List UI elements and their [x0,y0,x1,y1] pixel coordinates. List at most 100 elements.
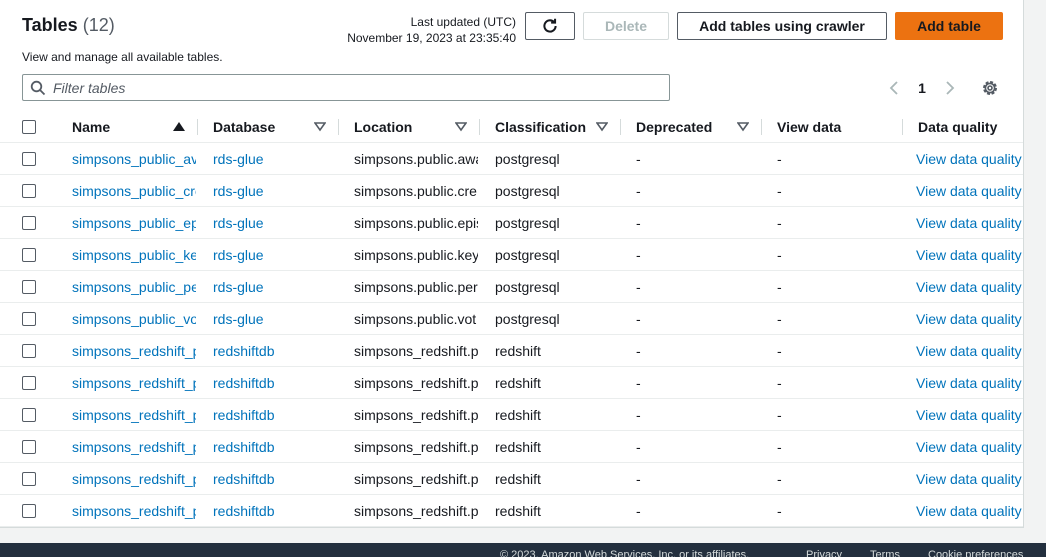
page-number-1[interactable]: 1 [914,78,930,98]
table-name-link[interactable]: simpsons_public_ep [72,207,196,238]
classification-cell: postgresql [495,214,560,231]
row-checkbox[interactable] [22,279,36,294]
row-checkbox[interactable] [22,215,36,230]
table-name-link[interactable]: simpsons_redshift_p [72,335,196,366]
add-table-button[interactable]: Add table [895,12,1003,40]
page-description: View and manage all available tables. [22,50,223,64]
view-data-quality-link[interactable]: View data quality [916,335,1023,366]
next-page-button[interactable] [942,78,958,98]
view-data-quality-link[interactable]: View data quality [916,239,1023,270]
table-row: simpsons_redshift_p redshiftdb simpsons_re… [0,495,1023,527]
view-data-quality-link[interactable]: View data quality [916,495,1023,526]
sort-ascending-icon [172,120,186,134]
classification-cell: postgresql [495,246,560,263]
table-name-link[interactable]: simpsons_redshift_p [72,399,196,430]
column-location-header[interactable]: Location [354,111,478,143]
classification-cell: redshift [495,406,541,423]
table-name-link[interactable]: simpsons_public_vo [72,303,196,334]
deprecated-cell: - [636,182,641,199]
database-link[interactable]: rds-glue [213,271,337,302]
footer-privacy-link[interactable]: Privacy [806,549,842,557]
delete-button[interactable]: Delete [583,12,669,40]
deprecated-cell: - [636,502,641,519]
row-checkbox[interactable] [22,343,36,358]
column-name-label: Name [72,119,111,135]
row-checkbox[interactable] [22,311,36,326]
classification-cell: postgresql [495,182,560,199]
table-name-link[interactable]: simpsons_redshift_p [72,431,196,462]
table-name-link[interactable]: simpsons_redshift_p [72,495,196,526]
row-select-cell [22,431,52,462]
table-row: simpsons_redshift_p redshiftdb simpsons_re… [0,463,1023,495]
footer-cookie-link[interactable]: Cookie preferences [928,549,1023,557]
previous-page-button[interactable] [886,78,902,98]
database-link[interactable]: redshiftdb [213,463,337,494]
view-data-cell: - [777,246,782,263]
row-checkbox[interactable] [22,375,36,390]
database-link[interactable]: redshiftdb [213,431,337,462]
column-name-header[interactable]: Name [72,111,196,143]
view-data-quality-link[interactable]: View data quality [916,271,1023,302]
last-updated: Last updated (UTC) November 19, 2023 at … [330,14,516,46]
column-deprecated-header[interactable]: Deprecated [636,111,760,143]
view-data-quality-link[interactable]: View data quality [916,303,1023,334]
classification-cell: postgresql [495,310,560,327]
row-checkbox[interactable] [22,247,36,262]
database-link[interactable]: rds-glue [213,239,337,270]
deprecated-cell: - [636,406,641,423]
add-tables-crawler-button[interactable]: Add tables using crawler [677,12,887,40]
table-row: simpsons_redshift_p redshiftdb simpsons_re… [0,399,1023,431]
view-data-quality-link[interactable]: View data quality [916,207,1023,238]
footer-terms-link[interactable]: Terms [870,549,900,557]
row-checkbox[interactable] [22,439,36,454]
view-data-quality-link[interactable]: View data quality [916,143,1023,174]
classification-cell: postgresql [495,150,560,167]
footer-copyright: © 2023, Amazon Web Services, Inc. or its… [500,549,750,557]
database-link[interactable]: rds-glue [213,143,337,174]
location-cell: simpsons.public.awa [354,150,478,167]
refresh-button[interactable] [525,12,575,40]
sort-caret-down-icon [736,120,750,134]
deprecated-cell: - [636,470,641,487]
table-name-link[interactable]: simpsons_redshift_p [72,367,196,398]
table-name-link[interactable]: simpsons_public_ke [72,239,196,270]
location-cell: simpsons_redshift.p [354,406,478,423]
view-data-quality-link[interactable]: View data quality [916,367,1023,398]
database-link[interactable]: redshiftdb [213,367,337,398]
table-row: simpsons_public_vo rds-glue simpsons.publi… [0,303,1023,335]
database-link[interactable]: rds-glue [213,175,337,206]
row-checkbox[interactable] [22,471,36,486]
row-checkbox[interactable] [22,503,36,518]
filter-tables-input[interactable] [53,79,653,96]
database-link[interactable]: redshiftdb [213,495,337,526]
database-link[interactable]: rds-glue [213,207,337,238]
view-data-quality-link[interactable]: View data quality [916,431,1023,462]
table-name-link[interactable]: simpsons_public_cre [72,175,196,206]
classification-cell: redshift [495,502,541,519]
table-name-link[interactable]: simpsons_public_pe [72,271,196,302]
column-deprecated-label: Deprecated [636,119,713,135]
table-name-link[interactable]: simpsons_public_av [72,143,196,174]
table-row: simpsons_public_cre rds-glue simpsons.publ… [0,175,1023,207]
table-name-link[interactable]: simpsons_redshift_p [72,463,196,494]
row-checkbox[interactable] [22,183,36,198]
view-data-quality-link[interactable]: View data quality [916,175,1023,206]
row-select-cell [22,175,52,206]
database-link[interactable]: redshiftdb [213,335,337,366]
view-data-quality-link[interactable]: View data quality [916,463,1023,494]
table-count: (12) [82,15,115,35]
table-body: simpsons_public_av rds-glue simpsons.publi… [0,143,1023,527]
database-link[interactable]: redshiftdb [213,399,337,430]
chevron-right-icon [946,81,955,95]
row-checkbox[interactable] [22,151,36,166]
location-cell: simpsons.public.vot [354,310,477,327]
table-settings-button[interactable] [978,78,1002,98]
row-checkbox[interactable] [22,407,36,422]
column-data-quality-header: Data quality [918,111,1023,143]
view-data-quality-link[interactable]: View data quality [916,399,1023,430]
column-classification-header[interactable]: Classification [495,111,619,143]
view-data-cell: - [777,214,782,231]
select-all-checkbox[interactable] [22,120,36,134]
column-database-header[interactable]: Database [213,111,337,143]
database-link[interactable]: rds-glue [213,303,337,334]
